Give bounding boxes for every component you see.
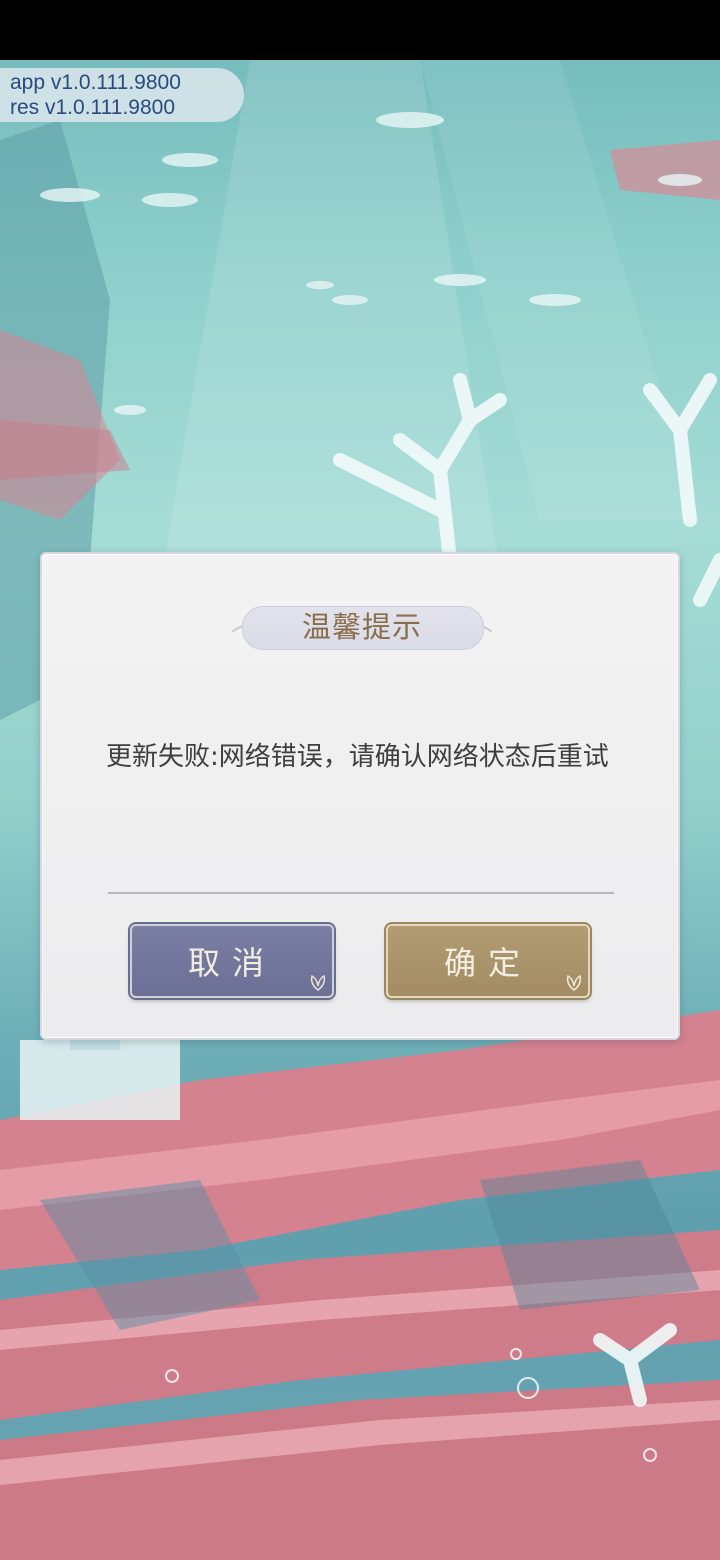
butterfly-icon [566,974,582,991]
res-version-label: res v1.0.111.9800 [10,96,176,119]
app-version-label: app v1.0.111.9800 [10,71,181,94]
fish-icon [40,112,702,415]
status-bar [0,0,720,60]
cancel-button-label: 取消 [187,944,276,982]
confirm-button-label: 确定 [443,944,532,982]
confirm-button[interactable]: 确定 [386,924,590,998]
alert-dialog: 温馨提示 更新失败:网络错误，请确认网络状态后重试 取消 确定 [40,552,680,1040]
dialog-divider [108,892,614,894]
version-info: app v1.0.111.9800 res v1.0.111.9800 [0,68,244,122]
dialog-message: 更新失败:网络错误，请确认网络状态后重试 [106,742,609,772]
cancel-button[interactable]: 取消 [130,924,334,998]
butterfly-icon [310,974,326,991]
dialog-title: 温馨提示 [301,610,422,644]
game-screen: app v1.0.111.9800 res v1.0.111.9800 温馨提示… [0,0,720,1560]
dialog-title-banner: 温馨提示 [232,602,492,652]
